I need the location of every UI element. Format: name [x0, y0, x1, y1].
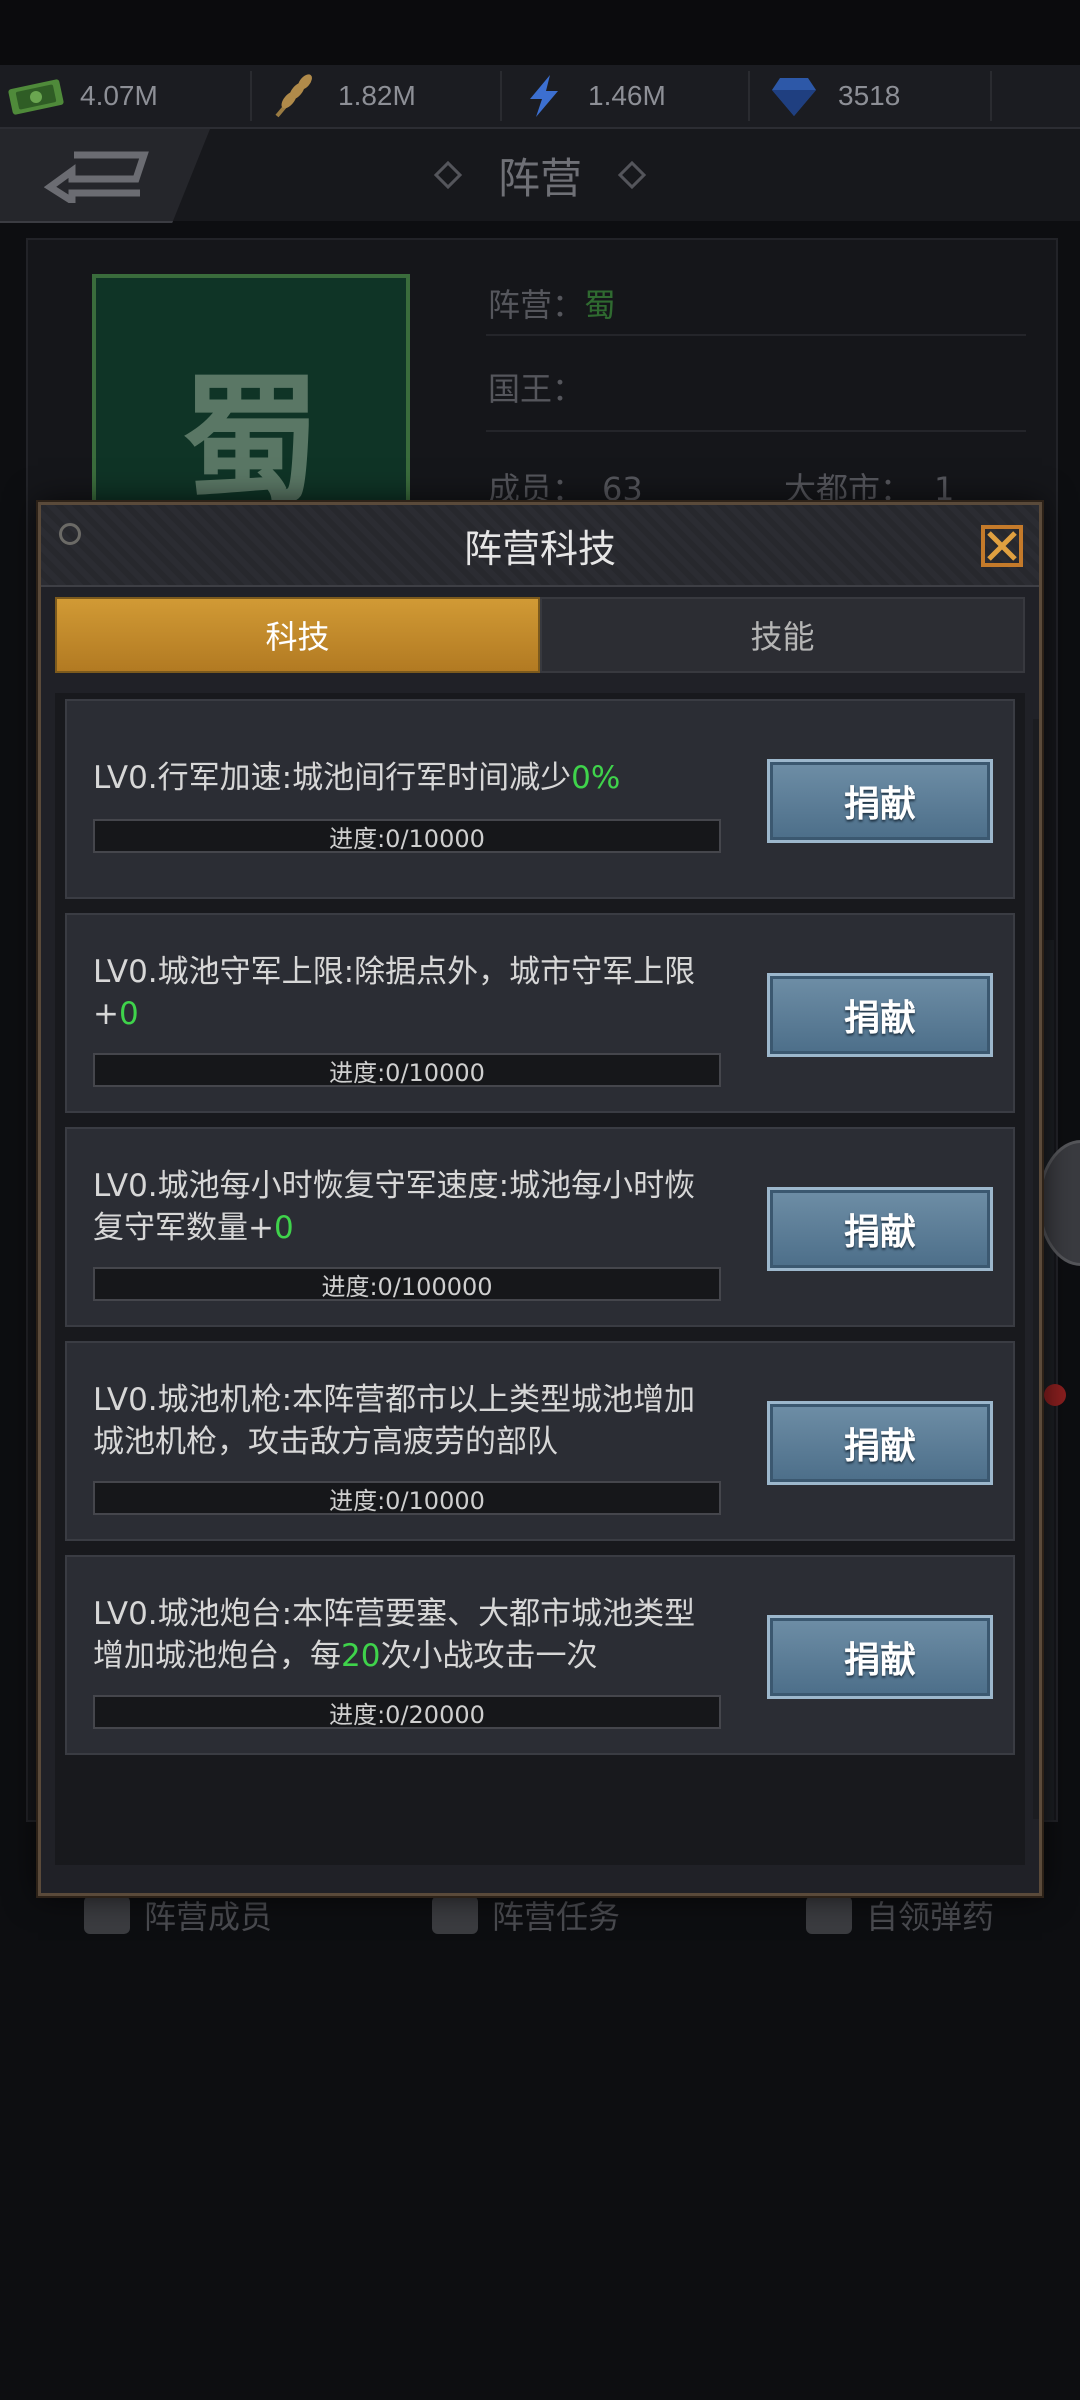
tech-item-city-machine-gun: LV0.城池机枪:本阵营都市以上类型城池增加城池机枪，攻击敌方高疲劳的部队 进度… [65, 1341, 1015, 1541]
progress-text: 进度:0/10000 [329, 1058, 485, 1087]
diamond-icon [764, 71, 824, 121]
faction-row: 阵营：蜀 [488, 280, 616, 326]
tech-item-garrison-cap: LV0.城池守军上限:除据点外，城市守军上限+0 进度:0/10000 捐献 [65, 913, 1015, 1113]
progress-bar: 进度:0/10000 [93, 1053, 721, 1087]
progress-text: 进度:0/20000 [329, 1700, 485, 1729]
tech-item-garrison-recovery: LV0.城池每小时恢复守军速度:城池每小时恢复守军数量+0 进度:0/10000… [65, 1127, 1015, 1327]
energy-value: 1.46M [588, 80, 666, 111]
faction-tech-dialog: 阵营科技 科技 技能 LV0.行军加速:城池间行军时间减少0% 进度:0/100… [38, 502, 1042, 1896]
notification-dot [1044, 1384, 1066, 1406]
close-icon [981, 525, 1023, 567]
dialog-tabs: 科技 技能 [55, 597, 1025, 673]
tasks-icon [432, 1896, 478, 1934]
donate-button[interactable]: 捐献 [767, 973, 993, 1057]
tech-description: LV0.城池守军上限:除据点外，城市守军上限+0 [93, 951, 723, 1035]
tech-desc-tail: 次小战攻击一次 [380, 1638, 598, 1674]
food-value: 1.82M [338, 80, 416, 111]
resource-cash[interactable]: 4.07M [6, 65, 158, 127]
tech-value: 0 [118, 996, 139, 1032]
tech-desc: :城池间行军时间减少 [281, 760, 572, 796]
faction-value: 蜀 [584, 286, 617, 324]
progress-text: 进度:0/100000 [321, 1272, 493, 1301]
tech-value: 20 [341, 1638, 381, 1674]
ammo-icon [806, 1896, 852, 1934]
tech-level: LV0. [93, 760, 158, 796]
scrollbar[interactable] [1033, 719, 1039, 1819]
ornament-icon [433, 160, 463, 190]
page-header: 阵营 [0, 129, 1080, 223]
progress-bar: 进度:0/10000 [93, 1481, 721, 1515]
tech-description: LV0.城池机枪:本阵营都市以上类型城池增加城池机枪，攻击敌方高疲劳的部队 [93, 1379, 723, 1463]
tech-value: 0 [273, 1210, 294, 1246]
tech-name: 城池每小时恢复守军速度 [157, 1168, 499, 1204]
donate-button[interactable]: 捐献 [767, 1401, 993, 1485]
tech-level: LV0. [93, 1168, 158, 1204]
progress-bar: 进度:0/20000 [93, 1695, 721, 1729]
tech-name: 城池炮台 [157, 1596, 282, 1632]
donate-button[interactable]: 捐献 [767, 1187, 993, 1271]
tech-value: 0% [571, 760, 621, 796]
divider [486, 430, 1026, 432]
faction-flag-char: 蜀 [180, 359, 321, 523]
tech-name: 行军加速 [157, 760, 282, 796]
tech-level: LV0. [93, 954, 158, 990]
divider [486, 334, 1026, 336]
tech-list: LV0.行军加速:城池间行军时间减少0% 进度:0/10000 捐献 LV0.城… [55, 693, 1025, 1865]
divider [250, 71, 252, 121]
ornament-icon [617, 160, 647, 190]
donate-button[interactable]: 捐献 [767, 759, 993, 843]
page-title-text: 阵营 [497, 153, 582, 203]
divider [500, 71, 502, 121]
cash-icon [6, 71, 66, 121]
dialog-header: 阵营科技 [41, 505, 1039, 587]
tab-tech[interactable]: 科技 [55, 597, 540, 673]
tab-claim-ammo-label: 自领弹药 [866, 1898, 995, 1936]
tab-faction-tasks-label: 阵营任务 [492, 1898, 621, 1936]
tab-skill[interactable]: 技能 [540, 597, 1025, 673]
cash-value: 4.07M [80, 80, 158, 111]
faction-label: 阵营： [488, 286, 585, 324]
king-label: 国王： [488, 370, 585, 408]
diamond-value: 3518 [838, 80, 901, 111]
status-bar [0, 0, 1080, 65]
progress-text: 进度:0/10000 [329, 1486, 485, 1515]
progress-bar: 进度:0/100000 [93, 1267, 721, 1301]
resource-energy[interactable]: 1.46M [514, 65, 666, 127]
donate-button[interactable]: 捐献 [767, 1615, 993, 1699]
tech-item-march-speed: LV0.行军加速:城池间行军时间减少0% 进度:0/10000 捐献 [65, 699, 1015, 899]
progress-bar: 进度:0/10000 [93, 819, 721, 853]
divider [990, 71, 992, 121]
tech-name: 城池守军上限 [157, 954, 344, 990]
resource-bar: 4.07M 1.82M 1.46M 3518 [0, 65, 1080, 129]
tech-item-city-turret: LV0.城池炮台:本阵营要塞、大都市城池类型增加城池炮台，每20次小战攻击一次 … [65, 1555, 1015, 1755]
progress-text: 进度:0/10000 [329, 824, 485, 853]
tab-faction-members-label: 阵营成员 [144, 1898, 273, 1936]
resource-food[interactable]: 1.82M [264, 65, 416, 127]
page-title: 阵营 [0, 129, 1080, 221]
divider [748, 71, 750, 121]
tech-level: LV0. [93, 1596, 158, 1632]
tech-description: LV0.城池每小时恢复守军速度:城池每小时恢复守军数量+0 [93, 1165, 723, 1249]
tech-description: LV0.行军加速:城池间行军时间减少0% [93, 757, 723, 799]
members-icon [84, 1896, 130, 1934]
energy-icon [514, 71, 574, 121]
faction-flag: 蜀 [92, 274, 410, 534]
tech-level: LV0. [93, 1382, 158, 1418]
tech-name: 城池机枪 [157, 1382, 282, 1418]
tech-description: LV0.城池炮台:本阵营要塞、大都市城池类型增加城池炮台，每20次小战攻击一次 [93, 1593, 723, 1677]
dialog-title: 阵营科技 [463, 526, 616, 571]
wheat-icon [264, 71, 324, 121]
close-button[interactable] [979, 523, 1025, 569]
resource-diamond[interactable]: 3518 [764, 65, 900, 127]
